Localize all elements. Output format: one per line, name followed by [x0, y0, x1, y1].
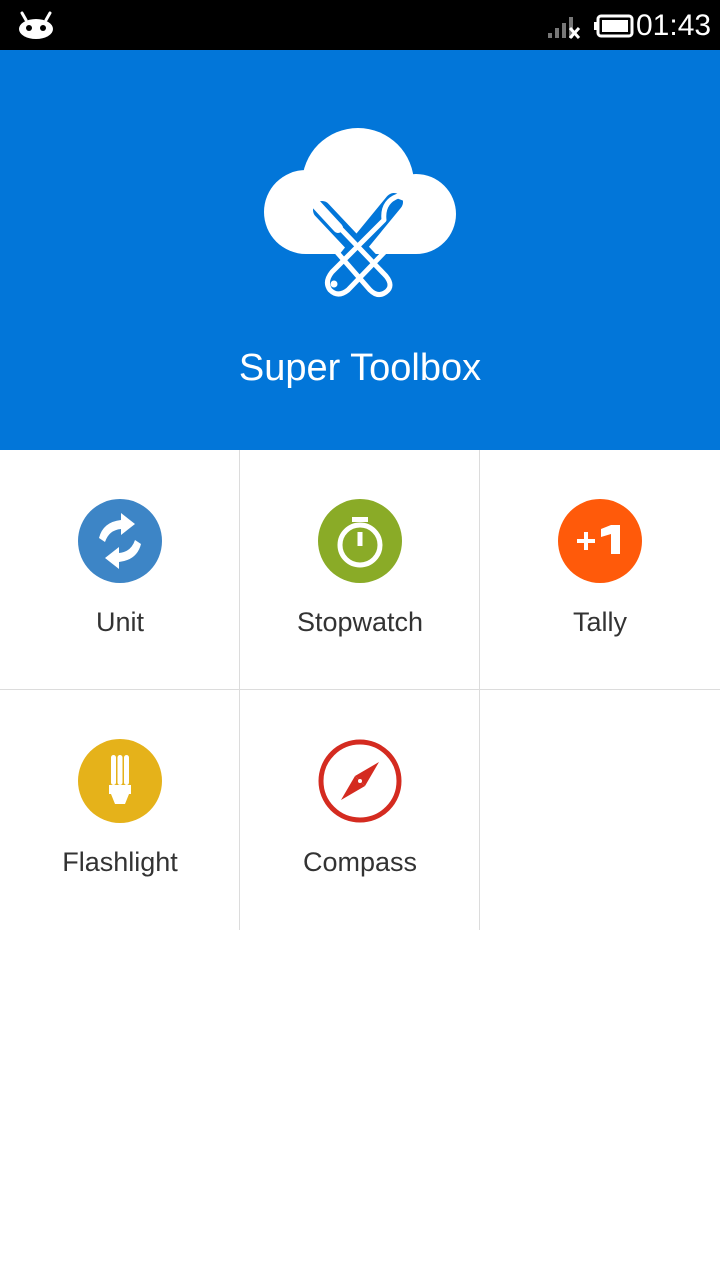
- tally-plus-one-icon: [557, 498, 643, 584]
- tool-label: Tally: [572, 607, 627, 637]
- status-bar: 01:43: [0, 0, 720, 50]
- tool-label: Flashlight: [62, 847, 178, 877]
- flashlight-bulb-icon: [77, 738, 163, 824]
- status-time: 01:43: [636, 9, 712, 42]
- compass-icon: [317, 738, 403, 824]
- signal-no-service-icon: [548, 17, 581, 40]
- tool-unit[interactable]: Unit: [0, 450, 240, 690]
- tool-compass[interactable]: Compass: [240, 690, 480, 930]
- empty-tile: [480, 690, 720, 930]
- app-title: Super Toolbox: [238, 347, 482, 389]
- tool-flashlight[interactable]: Flashlight: [0, 690, 240, 930]
- tool-label: Unit: [95, 607, 144, 637]
- unit-convert-icon: [77, 498, 163, 584]
- tool-stopwatch[interactable]: Stopwatch: [240, 450, 480, 690]
- tool-label: Compass: [302, 847, 418, 877]
- tool-label: Stopwatch: [296, 607, 424, 637]
- android-notification-icon: [19, 11, 53, 39]
- stopwatch-icon: [317, 498, 403, 584]
- cloud-tools-icon: [264, 128, 456, 298]
- tool-tally[interactable]: Tally: [480, 450, 720, 690]
- battery-full-icon: [594, 14, 634, 38]
- app-header: Super Toolbox: [0, 50, 720, 450]
- tool-grid: Unit Stopwatch Tally Flashlight Compass: [0, 450, 720, 930]
